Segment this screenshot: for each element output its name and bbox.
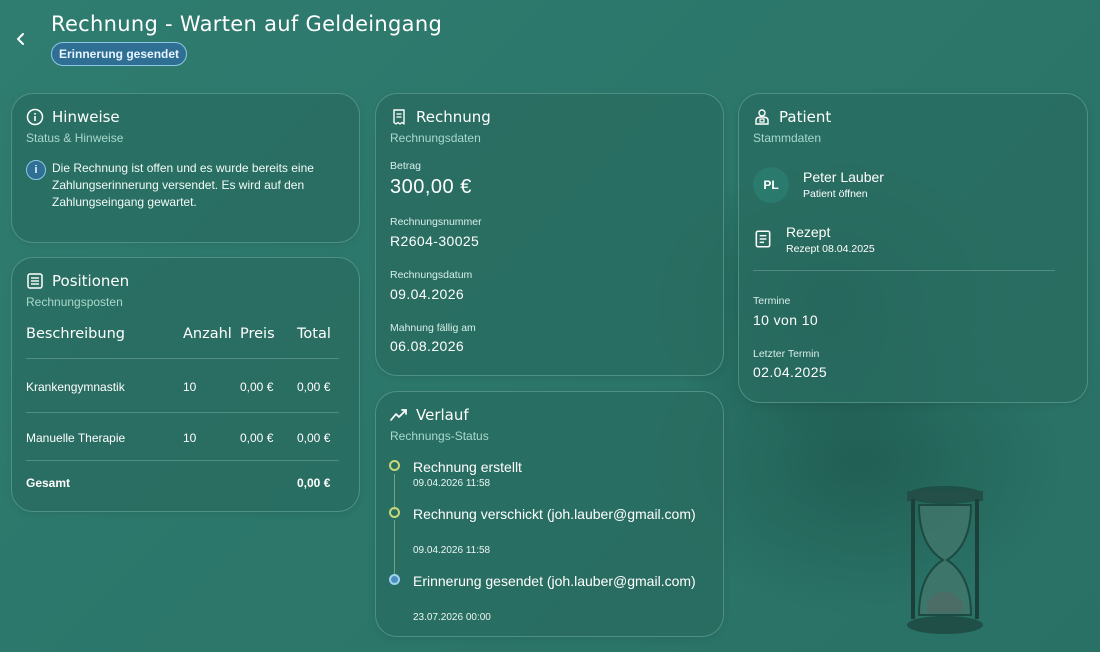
timeline-dot xyxy=(389,507,400,518)
hinweise-subtitle: Status & Hinweise xyxy=(26,131,124,145)
patient-icon xyxy=(755,109,769,125)
page-title: Rechnung - Warten auf Geldeingang xyxy=(51,12,443,36)
event-title: Rechnung erstellt xyxy=(413,459,522,475)
rechnung-subtitle: Rechnungsdaten xyxy=(390,131,481,145)
info-icon xyxy=(26,108,44,126)
total-value: 0,00 € xyxy=(297,476,331,490)
rezept-subtitle: Rezept 08.04.2025 xyxy=(786,243,875,255)
table-row: Krankengymnastik 10 0,00 € 0,00 € xyxy=(26,380,339,400)
event-time: 23.07.2026 00:00 xyxy=(413,612,491,623)
event-time: 09.04.2026 11:58 xyxy=(413,545,491,556)
hinweise-header: Hinweise xyxy=(26,108,120,126)
receipt-icon xyxy=(393,109,405,125)
termine-label: Termine xyxy=(753,295,791,307)
table-total-row: Gesamt 0,00 € xyxy=(26,476,339,496)
letzter-termin-value: 02.04.2025 xyxy=(753,364,828,380)
hint-info-icon: i xyxy=(26,160,46,180)
hinweise-title: Hinweise xyxy=(52,108,120,126)
verlauf-header: Verlauf xyxy=(390,406,469,424)
timeline-line xyxy=(394,474,395,510)
table-header: Beschreibung Anzahl Preis Total xyxy=(26,326,339,346)
back-arrow-icon[interactable] xyxy=(12,30,30,48)
col-beschreibung: Beschreibung xyxy=(26,326,125,342)
event-title: Erinnerung gesendet (joh.lauber@gmail.co… xyxy=(413,573,696,589)
nummer-label: Rechnungsnummer xyxy=(390,216,482,228)
positionen-subtitle: Rechnungsposten xyxy=(26,295,123,309)
divider xyxy=(26,412,339,413)
status-badge: Erinnerung gesendet xyxy=(51,42,188,66)
row-preis: 0,00 € xyxy=(240,431,274,445)
patient-subtitle: Stammdaten xyxy=(753,131,822,145)
hinweise-card: Hinweise Status & Hinweise i Die Rechnun… xyxy=(11,93,360,243)
patient-header: Patient xyxy=(753,108,831,126)
rechnung-header: Rechnung xyxy=(390,108,491,126)
row-beschreibung: Manuelle Therapie xyxy=(26,431,126,445)
row-total: 0,00 € xyxy=(297,431,331,445)
trending-icon xyxy=(390,409,407,421)
open-patient-link[interactable]: Patient öffnen xyxy=(803,188,868,200)
termine-value: 10 von 10 xyxy=(753,312,819,328)
row-beschreibung: Krankengymnastik xyxy=(26,380,125,394)
divider xyxy=(753,270,1055,271)
patient-name: Peter Lauber xyxy=(803,169,884,185)
mahnung-value: 06.08.2026 xyxy=(390,338,465,354)
row-preis: 0,00 € xyxy=(240,380,274,394)
patient-title: Patient xyxy=(779,108,832,126)
betrag-value: 300,00 € xyxy=(390,176,472,198)
timeline-dot xyxy=(389,460,400,471)
event-time: 09.04.2026 11:58 xyxy=(413,478,491,489)
positionen-header: Positionen xyxy=(26,272,129,290)
col-total: Total xyxy=(297,326,331,342)
col-anzahl: Anzahl xyxy=(183,326,232,342)
divider xyxy=(26,460,339,461)
row-anzahl: 10 xyxy=(183,431,197,445)
col-preis: Preis xyxy=(240,326,275,342)
nummer-value: R2604-30025 xyxy=(390,233,480,249)
patient-card: Patient Stammdaten PL Peter Lauber Patie… xyxy=(738,93,1088,403)
event-title: Rechnung verschickt (joh.lauber@gmail.co… xyxy=(413,506,696,522)
verlauf-subtitle: Rechnungs-Status xyxy=(390,429,489,443)
row-anzahl: 10 xyxy=(183,380,197,394)
timeline-line xyxy=(394,520,395,575)
divider xyxy=(26,358,339,359)
datum-value: 09.04.2026 xyxy=(390,286,465,302)
row-total: 0,00 € xyxy=(297,380,331,394)
verlauf-title: Verlauf xyxy=(416,406,469,424)
verlauf-card: Verlauf Rechnungs-Status Rechnung erstel… xyxy=(375,391,724,637)
datum-label: Rechnungsdatum xyxy=(390,269,473,281)
total-label: Gesamt xyxy=(26,476,71,490)
hint-text: Die Rechnung ist offen und es wurde bere… xyxy=(52,161,314,209)
positionen-title: Positionen xyxy=(52,272,130,290)
hourglass-illustration xyxy=(907,486,983,634)
table-row: Manuelle Therapie 10 0,00 € 0,00 € xyxy=(26,431,339,451)
timeline-dot-current xyxy=(389,574,400,585)
betrag-label: Betrag xyxy=(390,160,421,172)
positionen-card: Positionen Rechnungsposten Beschreibung … xyxy=(11,257,360,512)
header: Rechnung - Warten auf Geldeingang Erinne… xyxy=(0,0,1100,80)
prescription-icon xyxy=(755,230,771,248)
list-icon xyxy=(27,273,43,289)
letzter-termin-label: Letzter Termin xyxy=(753,348,820,360)
rezept-title[interactable]: Rezept xyxy=(786,224,830,240)
rechnung-card: Rechnung Rechnungsdaten Betrag 300,00 € … xyxy=(375,93,724,376)
rechnung-title: Rechnung xyxy=(416,108,491,126)
mahnung-label: Mahnung fällig am xyxy=(390,322,476,334)
avatar: PL xyxy=(753,167,789,203)
